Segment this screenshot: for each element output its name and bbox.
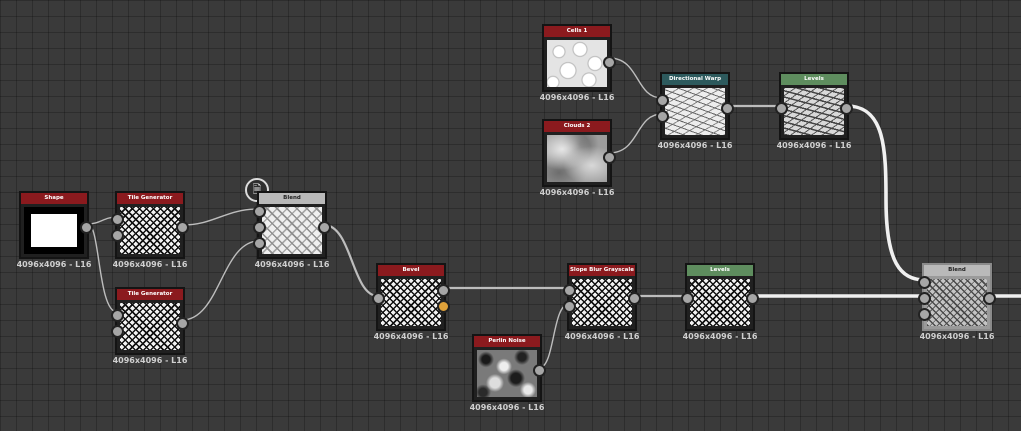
- node-title: Perlin Noise: [474, 336, 540, 347]
- node-caption: 4096x4096 - L16: [112, 356, 188, 365]
- node-caption: 4096x4096 - L16: [919, 332, 995, 341]
- input-port[interactable]: [372, 292, 385, 305]
- node-thumbnail: [24, 207, 84, 254]
- node-thumbnail: [690, 279, 750, 326]
- wire-main: [846, 104, 926, 282]
- node-clouds[interactable]: Clouds 2 4096x4096 - L16: [540, 119, 616, 197]
- input-port[interactable]: [656, 110, 669, 123]
- input-port[interactable]: [111, 309, 124, 322]
- output-port[interactable]: [721, 102, 734, 115]
- node-title: Blend: [259, 193, 325, 204]
- wire: [181, 240, 260, 321]
- output-port[interactable]: [628, 292, 641, 305]
- output-port[interactable]: [603, 151, 616, 164]
- node-thumbnail: [547, 135, 607, 182]
- output-port[interactable]: [840, 102, 853, 115]
- node-cells[interactable]: Cells 1 4096x4096 - L16: [540, 24, 616, 102]
- input-port[interactable]: [918, 276, 931, 289]
- node-title: Shape: [21, 193, 87, 204]
- node-caption: 4096x4096 - L16: [776, 141, 852, 150]
- node-title: Levels: [781, 74, 847, 85]
- output-port[interactable]: [603, 56, 616, 69]
- node-caption: 4096x4096 - L16: [564, 332, 640, 341]
- node-thumbnail: [927, 279, 987, 326]
- node-blend[interactable]: Blend 4096x4096 - L16: [253, 191, 331, 269]
- node-title: Tile Generator: [117, 193, 183, 204]
- node-title: Bevel: [378, 265, 444, 276]
- output-port[interactable]: [437, 284, 450, 297]
- node-caption: 4096x4096 - L16: [539, 93, 615, 102]
- output-port[interactable]: [318, 221, 331, 234]
- node-title: Directional Warp: [662, 74, 728, 85]
- node-thumbnail: [784, 88, 844, 135]
- input-port[interactable]: [563, 284, 576, 297]
- input-port[interactable]: [656, 94, 669, 107]
- input-port[interactable]: [253, 237, 266, 250]
- input-port[interactable]: [918, 308, 931, 321]
- node-perlin-noise[interactable]: Perlin Noise 4096x4096 - L16: [470, 334, 546, 412]
- node-thumbnail: [477, 350, 537, 397]
- node-levels[interactable]: Levels 4096x4096 - L16: [681, 263, 759, 341]
- node-slope-blur-grayscale[interactable]: Slope Blur Grayscale 4096x4096 - L16: [563, 263, 641, 341]
- node-thumbnail: [120, 207, 180, 254]
- node-title: Clouds 2: [544, 121, 610, 132]
- input-port[interactable]: [775, 102, 788, 115]
- node-caption: 4096x4096 - L16: [373, 332, 449, 341]
- output-port-normal[interactable]: [437, 300, 450, 313]
- wire: [608, 57, 663, 99]
- node-caption: 4096x4096 - L16: [254, 260, 330, 269]
- input-port[interactable]: [253, 205, 266, 218]
- input-port[interactable]: [918, 292, 931, 305]
- input-port[interactable]: [111, 229, 124, 242]
- input-port[interactable]: [681, 292, 694, 305]
- node-levels[interactable]: Levels 4096x4096 - L16: [775, 72, 853, 150]
- node-caption: 4096x4096 - L16: [469, 403, 545, 412]
- node-thumbnail: [120, 303, 180, 350]
- node-title: Cells 1: [544, 26, 610, 37]
- node-caption: 4096x4096 - L16: [112, 260, 188, 269]
- input-port[interactable]: [563, 300, 576, 313]
- node-thumbnail: [381, 279, 441, 326]
- node-caption: 4096x4096 - L16: [539, 188, 615, 197]
- node-thumbnail: [665, 88, 725, 135]
- node-directional-warp[interactable]: Directional Warp 4096x4096 - L16: [656, 72, 734, 150]
- node-thumbnail: [547, 40, 607, 87]
- node-caption: 4096x4096 - L16: [682, 332, 758, 341]
- node-title: Slope Blur Grayscale: [569, 265, 635, 276]
- output-port[interactable]: [746, 292, 759, 305]
- output-port[interactable]: [80, 221, 93, 234]
- node-caption: 4096x4096 - L16: [657, 141, 733, 150]
- output-port[interactable]: [176, 317, 189, 330]
- node-title: Levels: [687, 265, 753, 276]
- input-port[interactable]: [253, 221, 266, 234]
- node-title: Blend: [924, 265, 990, 276]
- node-title: Tile Generator: [117, 289, 183, 300]
- output-port[interactable]: [533, 364, 546, 377]
- output-port[interactable]: [983, 292, 996, 305]
- input-port[interactable]: [111, 213, 124, 226]
- node-thumbnail: [572, 279, 632, 326]
- node-blend[interactable]: Blend 4096x4096 - L16: [918, 263, 996, 341]
- input-port[interactable]: [111, 325, 124, 338]
- node-thumbnail: [262, 207, 322, 254]
- output-port[interactable]: [176, 221, 189, 234]
- node-bevel[interactable]: Bevel 4096x4096 - L16: [372, 263, 450, 341]
- node-tile-generator[interactable]: Tile Generator 4096x4096 - L16: [111, 287, 189, 365]
- node-caption: 4096x4096 - L16: [16, 260, 92, 269]
- node-shape[interactable]: Shape 4096x4096 - L16: [17, 191, 93, 269]
- node-tile-generator[interactable]: Tile Generator 4096x4096 - L16: [111, 191, 189, 269]
- wire: [181, 208, 260, 226]
